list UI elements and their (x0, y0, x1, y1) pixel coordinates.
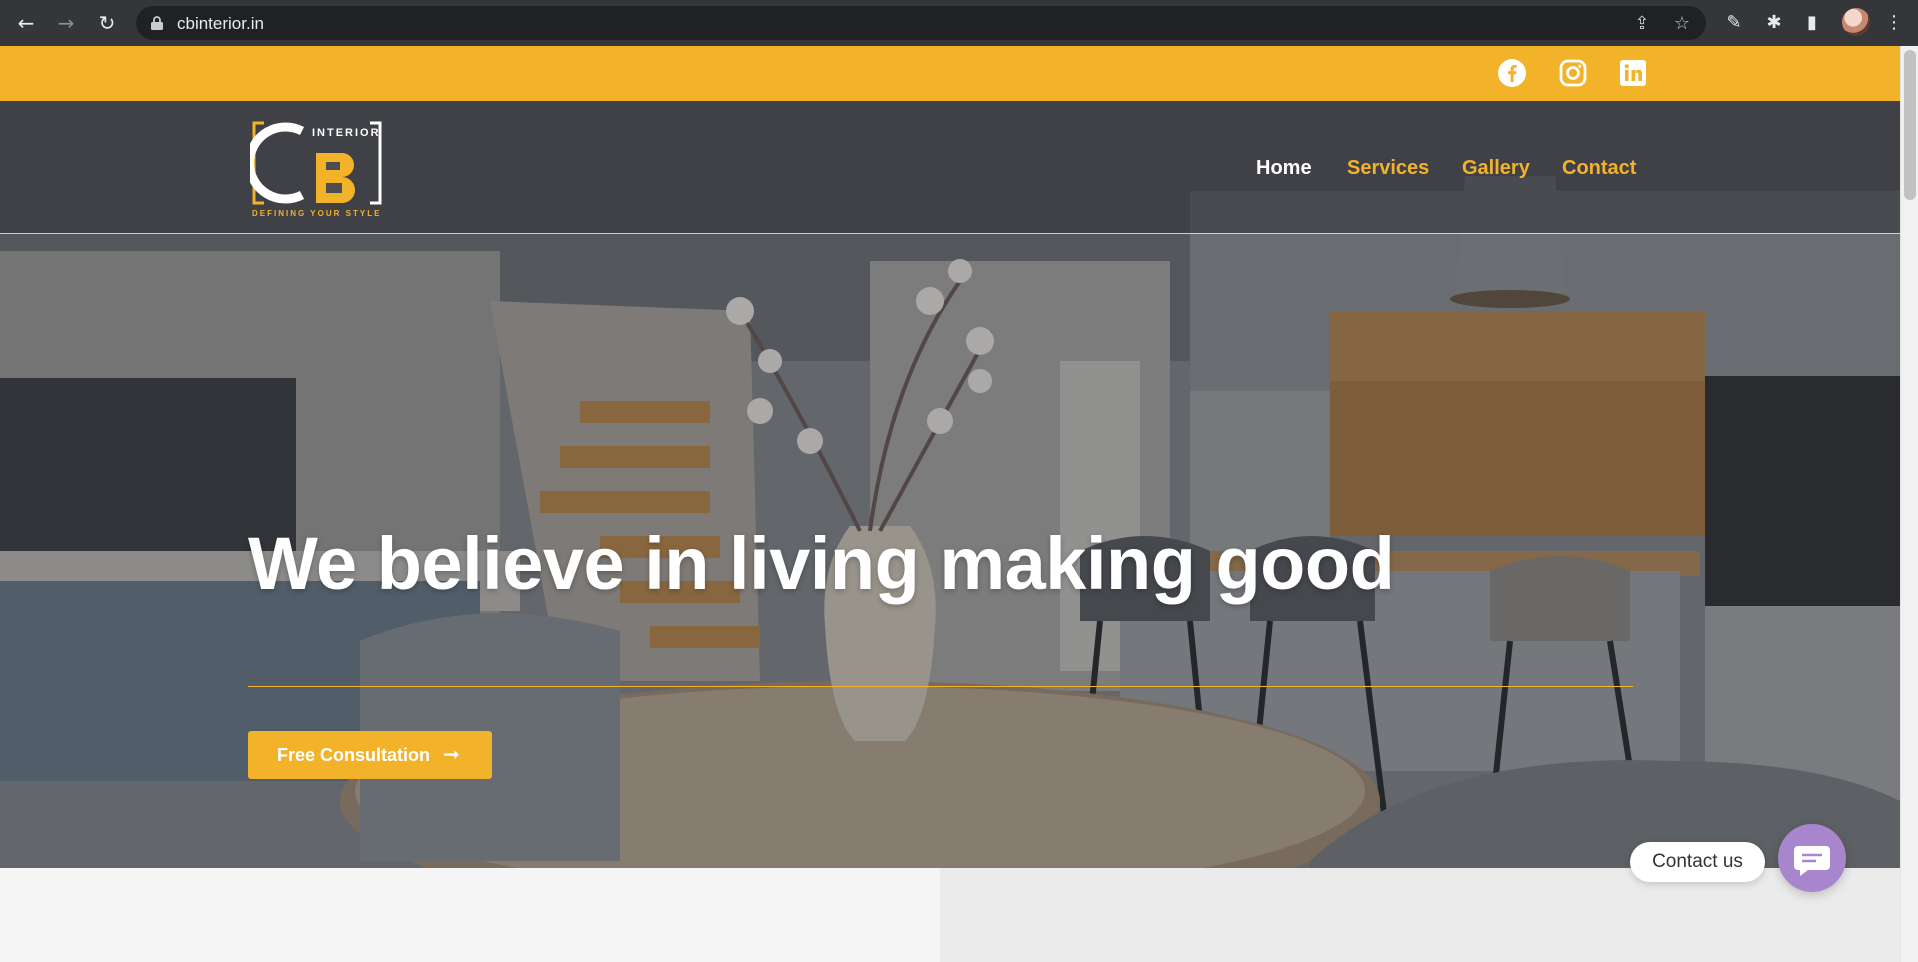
facebook-icon[interactable] (1497, 58, 1527, 88)
scrollbar-thumb[interactable] (1904, 50, 1916, 200)
nav-contact[interactable]: Contact (1562, 157, 1636, 180)
contact-us-label[interactable]: Contact us (1630, 842, 1765, 882)
extensions-puzzle-icon[interactable]: ✱ (1762, 11, 1786, 35)
free-consultation-button[interactable]: Free Consultation ➞ (248, 731, 492, 779)
extension-pen-icon[interactable]: ✎ (1722, 11, 1746, 35)
bookmark-star-icon[interactable]: ☆ (1672, 14, 1692, 34)
content-section-right (940, 868, 1900, 962)
url-text: cbinterior.in (177, 14, 264, 33)
menu-kebab-icon[interactable]: ⋮ (1882, 11, 1906, 35)
browser-toolbar: ← → ↻ cbinterior.in ⇪ ☆ ✎ ✱ ▮ ⋮ (0, 0, 1918, 46)
cta-label: Free Consultation (277, 745, 431, 765)
lock-icon (151, 16, 163, 30)
nav-home[interactable]: Home (1256, 157, 1312, 180)
content-section-left (0, 868, 940, 962)
nav-services[interactable]: Services (1347, 157, 1429, 180)
logo-word: INTERIOR (312, 127, 381, 139)
contact-chat-button[interactable] (1778, 824, 1846, 892)
hero-divider (248, 686, 1633, 687)
profile-avatar[interactable] (1842, 8, 1870, 36)
page-scrollbar[interactable] (1900, 46, 1918, 962)
arrow-right-icon: ➞ (443, 742, 460, 766)
address-bar[interactable]: cbinterior.in ⇪ ☆ (136, 6, 1706, 40)
hero-section: INTERIOR DEFINING YOUR STYLE Home Servic… (0, 101, 1900, 868)
page-viewport: INTERIOR DEFINING YOUR STYLE Home Servic… (0, 46, 1900, 962)
share-icon[interactable]: ⇪ (1632, 14, 1652, 34)
chat-bubble-icon (1794, 846, 1830, 876)
cb-interior-logo[interactable]: INTERIOR DEFINING YOUR STYLE (250, 119, 385, 219)
hero-headline: We believe in living making good (248, 522, 1395, 605)
instagram-icon[interactable] (1558, 58, 1588, 88)
back-arrow-icon[interactable]: ← (14, 11, 38, 35)
logo-tagline: DEFINING YOUR STYLE (252, 209, 381, 218)
nav-gallery[interactable]: Gallery (1462, 157, 1530, 180)
linkedin-icon[interactable] (1618, 58, 1648, 88)
forward-arrow-icon[interactable]: → (54, 11, 78, 35)
side-panel-icon[interactable]: ▮ (1800, 11, 1824, 35)
reload-icon[interactable]: ↻ (95, 11, 119, 35)
top-social-bar (0, 46, 1900, 101)
site-header: INTERIOR DEFINING YOUR STYLE Home Servic… (0, 101, 1900, 234)
